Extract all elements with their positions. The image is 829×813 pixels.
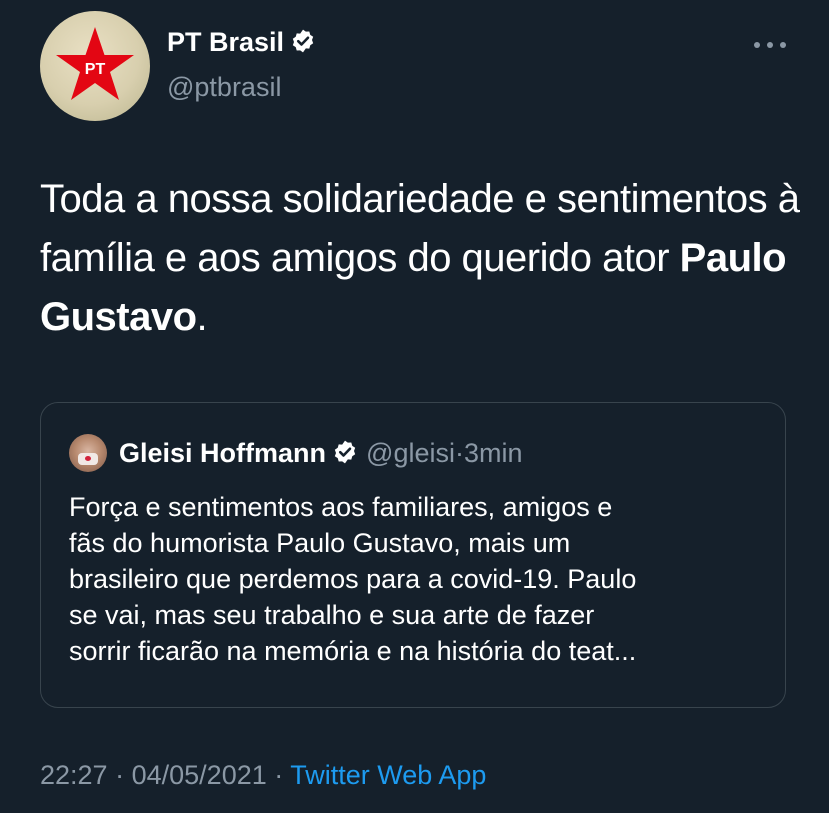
quoted-author-name: Gleisi Hoffmann	[119, 438, 327, 468]
quoted-separator: ·	[454, 438, 464, 468]
author-avatar[interactable]: PT	[40, 11, 150, 121]
quoted-timestamp: 3min	[463, 438, 523, 468]
quoted-text-line: brasileiro que perdemos para a covid-19.…	[69, 564, 637, 594]
tweet-source-link[interactable]: Twitter Web App	[290, 760, 486, 790]
author-name-text: PT Brasil	[167, 27, 285, 57]
author-handle[interactable]: @ptbrasil	[167, 72, 281, 103]
quoted-text-line: Força e sentimentos aos familiares, amig…	[69, 492, 613, 522]
more-horizontal-icon[interactable]	[752, 38, 788, 52]
mask-icon	[78, 453, 98, 465]
quoted-text-line: sorrir ficarão na memória e na história …	[69, 636, 637, 666]
tweet-metadata: 22:27 · 04/05/2021 · Twitter Web App	[40, 760, 486, 791]
tweet-date[interactable]: 04/05/2021	[132, 760, 267, 790]
verified-badge-icon	[332, 437, 358, 475]
tweet-text: Toda a nossa solidariedade e sentimentos…	[40, 170, 800, 347]
verified-badge-icon	[290, 28, 316, 61]
quoted-tweet-card[interactable]: Gleisi Hoffmann @gleisi·3min Força e sent…	[40, 402, 786, 708]
quoted-text-line: se vai, mas seu trabalho e sua arte de f…	[69, 600, 595, 630]
tweet-time[interactable]: 22:27	[40, 760, 108, 790]
footer-separator: ·	[274, 760, 284, 790]
quoted-tweet-text: Força e sentimentos aos familiares, amig…	[69, 489, 769, 669]
quoted-text-line: fãs do humorista Paulo Gustavo, mais um	[69, 528, 571, 558]
quoted-author-handle: @gleisi	[366, 438, 455, 468]
quoted-author-avatar	[69, 434, 107, 472]
quoted-tweet-header: Gleisi Hoffmann @gleisi·3min	[119, 434, 523, 472]
tweet-text-end: .	[196, 295, 208, 339]
author-name[interactable]: PT Brasil	[167, 27, 316, 61]
footer-separator: ·	[115, 760, 125, 790]
avatar-label: PT	[84, 61, 106, 78]
